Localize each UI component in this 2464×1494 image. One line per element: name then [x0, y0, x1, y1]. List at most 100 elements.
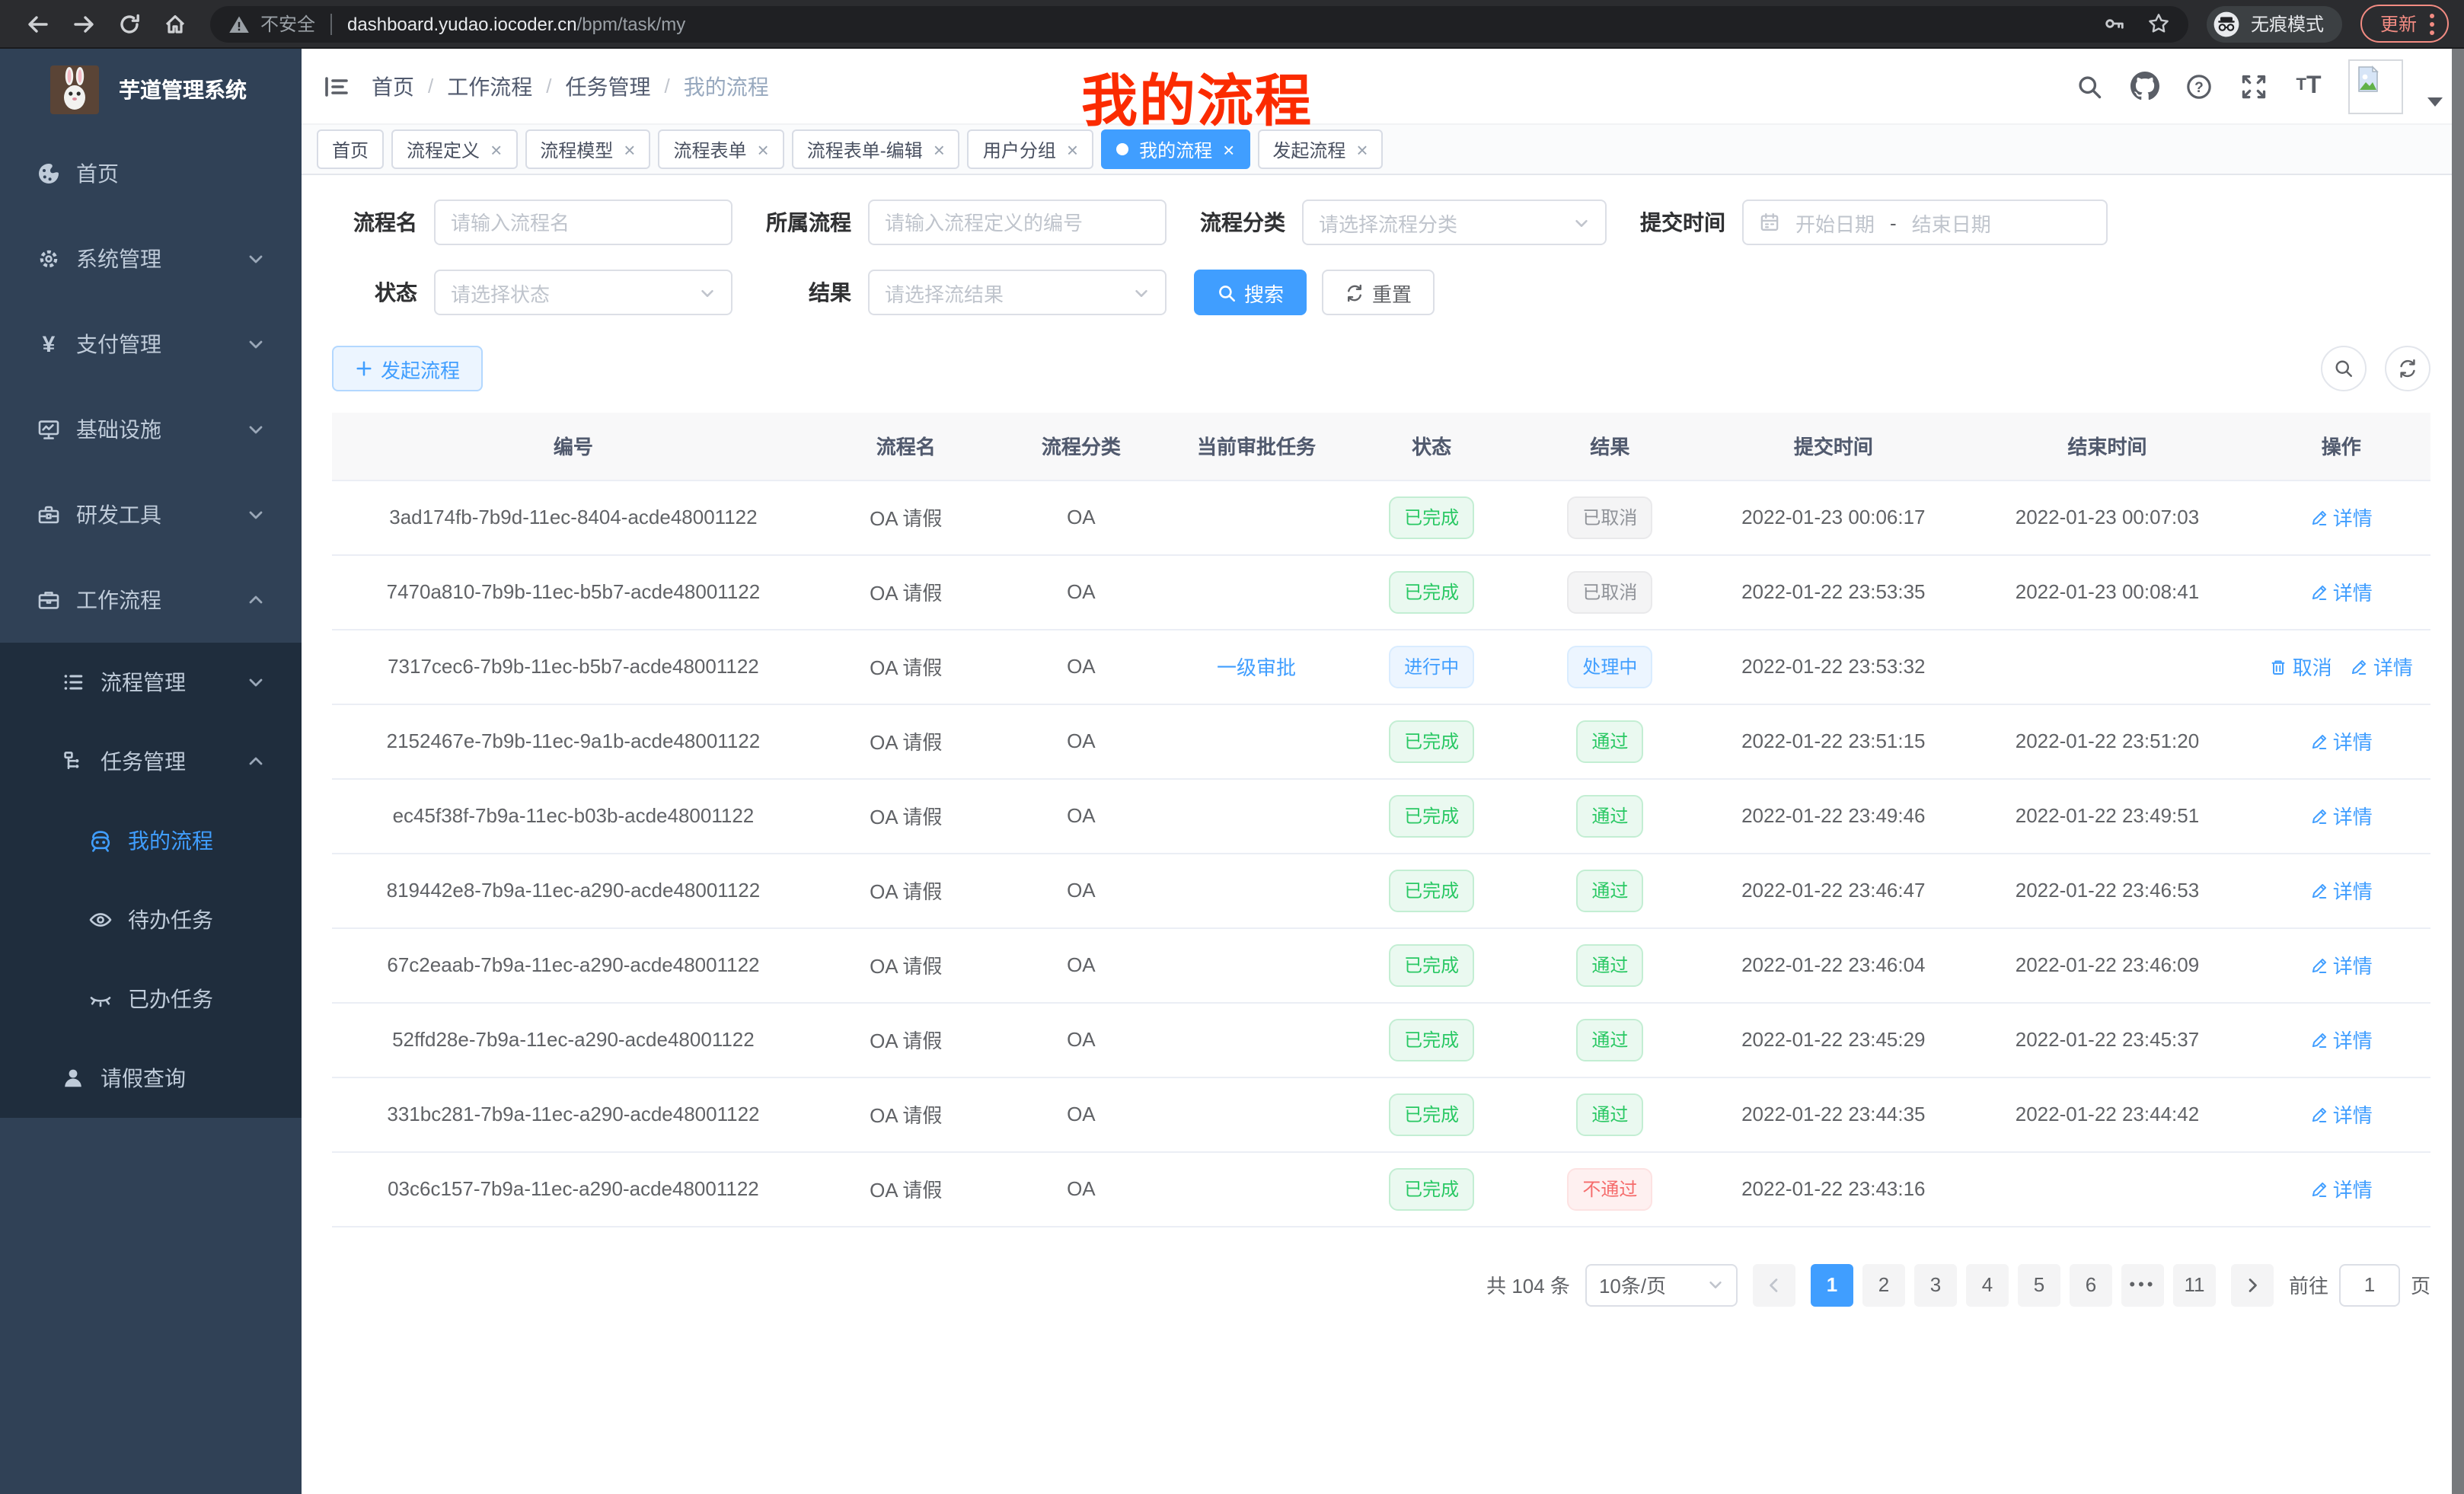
create-process-button[interactable]: 发起流程: [332, 346, 483, 391]
detail-action-link[interactable]: 详情: [2310, 1100, 2373, 1128]
page-button-5[interactable]: 5: [2018, 1263, 2060, 1306]
browser-forward-icon[interactable]: [61, 5, 107, 42]
jump-page-input[interactable]: [2339, 1263, 2400, 1306]
cell-process-name: OA 请假: [815, 1151, 997, 1226]
avatar[interactable]: [2348, 59, 2403, 113]
browser-menu-icon[interactable]: [2429, 11, 2435, 36]
eye-closed-icon: [88, 987, 113, 1011]
parent-process-input[interactable]: [868, 200, 1167, 245]
detail-action-link[interactable]: 详情: [2310, 876, 2373, 905]
next-page-button[interactable]: [2231, 1263, 2274, 1306]
bookmark-star-icon[interactable]: [2147, 12, 2170, 35]
page-button-2[interactable]: 2: [1862, 1263, 1905, 1306]
cell-category-text: OA: [1067, 1028, 1096, 1051]
browser-back-icon[interactable]: [15, 5, 61, 42]
cell-submit-time: 2022-01-22 23:49:46: [1704, 778, 1962, 853]
url-domain[interactable]: dashboard.yudao.iocoder.cn: [347, 13, 577, 34]
tab-close-icon[interactable]: ×: [758, 139, 769, 159]
cancel-action-link[interactable]: 取消: [2270, 652, 2332, 681]
page-button-6[interactable]: 6: [2070, 1263, 2112, 1306]
sidebar-item-infrastructure[interactable]: 基础设施: [0, 387, 302, 472]
status-select[interactable]: 请选择状态: [434, 270, 732, 315]
github-icon[interactable]: [2129, 71, 2159, 101]
tab-item-3[interactable]: 流程表单×: [658, 129, 784, 169]
page-button-11[interactable]: 11: [2173, 1263, 2216, 1306]
browser-home-icon[interactable]: [152, 5, 198, 42]
reset-button[interactable]: 重置: [1322, 270, 1435, 315]
tab-home[interactable]: 首页: [317, 129, 384, 169]
col-header-result: 结果: [1515, 413, 1704, 480]
app-logo-row[interactable]: 芋道管理系统: [0, 49, 302, 131]
tab-item-5[interactable]: 用户分组×: [968, 129, 1093, 169]
tab-close-icon[interactable]: ×: [490, 139, 502, 159]
detail-action-link[interactable]: 详情: [2310, 950, 2373, 979]
tab-close-icon[interactable]: ×: [934, 139, 945, 159]
prev-page-button[interactable]: [1753, 1263, 1795, 1306]
detail-action-link[interactable]: 详情: [2310, 1025, 2373, 1054]
page-size-select[interactable]: 10条/页: [1585, 1263, 1738, 1306]
security-warning-icon[interactable]: [228, 13, 250, 34]
sidebar-item-devtools[interactable]: 研发工具: [0, 472, 302, 557]
breadcrumb-task-management[interactable]: 任务管理: [566, 71, 651, 101]
filter-label: 状态: [332, 277, 417, 308]
tab-item-1[interactable]: 流程定义×: [391, 129, 517, 169]
help-icon[interactable]: ?: [2184, 71, 2214, 101]
security-warning-label[interactable]: 不安全: [260, 11, 315, 37]
browser-chrome: 不安全 dashboard.yudao.iocoder.cn /bpm/task…: [0, 0, 2464, 49]
avatar-dropdown-caret[interactable]: [2427, 97, 2443, 106]
pager-ellipsis[interactable]: •••: [2121, 1263, 2164, 1306]
sidebar-item-payment[interactable]: ¥ 支付管理: [0, 302, 302, 387]
font-size-icon[interactable]: TT: [2293, 71, 2324, 101]
page-button-3[interactable]: 3: [1914, 1263, 1957, 1306]
current-task-link[interactable]: 一级审批: [1217, 652, 1296, 681]
sidebar-item-process-management[interactable]: 流程管理: [0, 643, 302, 722]
breadcrumb-workflow[interactable]: 工作流程: [447, 71, 532, 101]
key-icon[interactable]: [2103, 12, 2126, 35]
filter-result: 结果 请选择流结果: [766, 270, 1167, 315]
sidebar-item-home[interactable]: 首页: [0, 131, 302, 216]
category-select[interactable]: 请选择流程分类: [1302, 200, 1607, 245]
submit-time-range-picker[interactable]: 开始日期 - 结束日期: [1742, 200, 2108, 245]
process-name-input[interactable]: [434, 200, 732, 245]
address-bar[interactable]: 不安全 dashboard.yudao.iocoder.cn /bpm/task…: [210, 5, 2188, 42]
sidebar-toggle-icon[interactable]: [314, 63, 359, 109]
detail-action-link[interactable]: 详情: [2351, 652, 2413, 681]
detail-action-link[interactable]: 详情: [2310, 503, 2373, 532]
breadcrumb-home[interactable]: 首页: [372, 71, 414, 101]
search-icon[interactable]: [2074, 71, 2105, 101]
sidebar-item-system[interactable]: 系统管理: [0, 216, 302, 302]
tab-item-2[interactable]: 流程模型×: [525, 129, 650, 169]
sidebar-item-my-process[interactable]: 我的流程: [0, 801, 302, 880]
tab-close-icon[interactable]: ×: [1223, 139, 1234, 159]
toggle-search-button[interactable]: [2321, 346, 2367, 391]
detail-action-link[interactable]: 详情: [2310, 726, 2373, 755]
result-tag: 已取消: [1567, 496, 1652, 538]
detail-action-link[interactable]: 详情: [2310, 1174, 2373, 1203]
page-button-4[interactable]: 4: [1966, 1263, 2009, 1306]
search-button[interactable]: 搜索: [1194, 270, 1307, 315]
fullscreen-icon[interactable]: [2239, 71, 2269, 101]
browser-update-button[interactable]: 更新: [2360, 5, 2449, 43]
cell-category-text: OA: [1067, 953, 1096, 976]
cell-submit-time: 2022-01-22 23:46:04: [1704, 927, 1962, 1002]
window-scrollbar[interactable]: [2452, 49, 2464, 1494]
sidebar-item-task-management[interactable]: 任务管理: [0, 722, 302, 801]
detail-action-link[interactable]: 详情: [2310, 577, 2373, 606]
tab-close-icon[interactable]: ×: [1356, 139, 1368, 159]
sidebar-item-done-tasks[interactable]: 已办任务: [0, 959, 302, 1039]
result-select[interactable]: 请选择流结果: [868, 270, 1167, 315]
browser-reload-icon[interactable]: [107, 5, 152, 42]
tab-close-icon[interactable]: ×: [1067, 139, 1078, 159]
navbar: 首页 / 工作流程 / 任务管理 / 我的流程 ?: [302, 49, 2464, 125]
update-label[interactable]: 更新: [2380, 11, 2417, 37]
sidebar-item-workflow[interactable]: 工作流程: [0, 557, 302, 643]
url-path[interactable]: /bpm/task/my: [577, 13, 686, 34]
tab-close-icon[interactable]: ×: [624, 139, 635, 159]
detail-action-link[interactable]: 详情: [2310, 801, 2373, 830]
sidebar-item-todo-tasks[interactable]: 待办任务: [0, 880, 302, 959]
page-button-1[interactable]: 1: [1811, 1263, 1853, 1306]
sidebar-item-leave-query[interactable]: 请假查询: [0, 1039, 302, 1118]
refresh-table-button[interactable]: [2385, 346, 2430, 391]
tab-item-4[interactable]: 流程表单-编辑×: [792, 129, 960, 169]
sidebar-item-label: 首页: [76, 158, 119, 189]
